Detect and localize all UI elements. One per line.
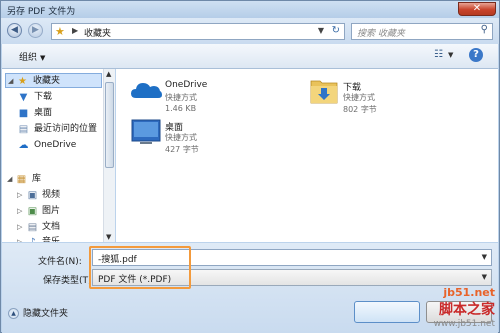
filename-label: 文件名(N): [38, 257, 82, 267]
save-as-dialog: 另存 PDF 文件为 ✕ ◀ ▶ ★ ▶ 收藏夹 ▼ ↻ 搜索 收藏夹 ⚲ 组织… [0, 0, 500, 333]
search-input[interactable]: 搜索 收藏夹 ⚲ [351, 23, 493, 40]
desktop-icon: ■ [18, 108, 29, 119]
scroll-up-icon[interactable]: ▲ [106, 70, 111, 78]
desktop-shortcut-icon [131, 119, 161, 144]
nav-item-label: 视频 [42, 190, 61, 200]
help-icon[interactable]: ? [469, 48, 483, 62]
nav-item-label: 图片 [42, 206, 61, 216]
search-placeholder: 搜索 收藏夹 [357, 29, 405, 39]
file-type: 快捷方式 [165, 133, 197, 142]
nav-scrollbar[interactable]: ▲ ▼ [103, 69, 115, 242]
view-options-icon[interactable]: ☷ [434, 49, 443, 60]
nav-item-pictures[interactable]: ▷ ▣ 图片 [14, 204, 114, 219]
nav-item-documents[interactable]: ▷ ▤ 文档 [14, 220, 114, 235]
scroll-down-icon[interactable]: ▼ [106, 233, 111, 241]
downloads-folder-icon [310, 80, 338, 104]
watermark-domain: jb51.net [443, 286, 495, 299]
libraries-icon: ▦ [16, 174, 27, 185]
search-icon[interactable]: ⚲ [481, 24, 488, 35]
documents-library-icon: ▤ [27, 222, 38, 233]
onedrive-icon: ☁ [18, 140, 29, 151]
nav-item-label: 库 [32, 174, 42, 184]
forward-button[interactable]: ▶ [28, 23, 43, 38]
recent-places-icon: ▤ [18, 124, 29, 135]
watermark-url: www.jb51.net [433, 319, 495, 329]
expander-icon[interactable]: ◢ [8, 74, 13, 89]
close-button[interactable]: ✕ [458, 2, 496, 16]
back-button[interactable]: ◀ [7, 23, 22, 38]
nav-item-onedrive[interactable]: ☁ OneDrive [14, 138, 114, 153]
organize-caret-icon: ▼ [40, 54, 46, 62]
highlight-annotation [89, 246, 191, 289]
nav-item-desktop[interactable]: ■ 桌面 [14, 106, 114, 121]
address-dropdown-icon[interactable]: ▼ [318, 26, 324, 35]
file-item-onedrive[interactable]: OneDrive 快捷方式 1.46 KB [130, 75, 280, 115]
file-type: 快捷方式 [165, 93, 197, 102]
navigation-pane: ◢ ★ 收藏夹 ▼ 下载 ■ 桌面 ▤ 最近访问的位置 ☁ OneDrive ◢… [2, 69, 115, 242]
file-list: OneDrive 快捷方式 1.46 KB 下载 快捷方式 802 字节 桌面 … [116, 69, 498, 242]
nav-item-label: 桌面 [34, 108, 53, 118]
address-row: ◀ ▶ ★ ▶ 收藏夹 ▼ ↻ 搜索 收藏夹 ⚲ [1, 18, 499, 44]
file-item-downloads[interactable]: 下载 快捷方式 802 字节 [308, 75, 458, 115]
onedrive-cloud-icon [131, 83, 162, 98]
file-size: 1.46 KB [165, 104, 197, 113]
breadcrumb-favorites[interactable]: 收藏夹 [84, 26, 111, 39]
hide-folders-label: 隐藏文件夹 [23, 309, 69, 319]
nav-item-label: 收藏夹 [33, 76, 61, 86]
filename-dropdown-icon[interactable]: ▼ [482, 253, 487, 261]
organize-button[interactable]: 组织 ▼ [19, 50, 45, 63]
file-type: 快捷方式 [343, 93, 375, 102]
nav-item-favorites[interactable]: ◢ ★ 收藏夹 [5, 73, 102, 88]
favorites-star-icon: ★ [55, 25, 65, 38]
filetype-dropdown-icon[interactable]: ▼ [482, 273, 487, 281]
scrollbar-thumb[interactable] [105, 82, 114, 168]
breadcrumb-separator-icon[interactable]: ▶ [72, 26, 78, 35]
watermark: jb51.net 脚本之家 www.jb51.net [434, 286, 495, 329]
expander-icon[interactable]: ▷ [17, 204, 22, 219]
file-size: 802 字节 [343, 105, 377, 114]
organize-label: 组织 [19, 53, 38, 63]
filetype-label: 保存类型(T): [43, 276, 95, 286]
save-form: 文件名(N): -搜狐.pdf ▼ 保存类型(T): PDF 文件 (*.PDF… [2, 243, 498, 333]
star-icon: ★ [18, 76, 27, 87]
hide-folders-button[interactable]: ▲ 隐藏文件夹 [8, 306, 68, 319]
refresh-icon[interactable]: ↻ [332, 25, 340, 36]
address-bar[interactable]: ★ ▶ 收藏夹 ▼ ↻ [51, 23, 345, 40]
nav-item-label: OneDrive [34, 140, 77, 150]
file-size: 427 字节 [165, 145, 199, 154]
watermark-brand: 脚本之家 [439, 302, 495, 318]
collapse-icon: ▲ [8, 308, 19, 319]
nav-item-label: 音乐 [42, 237, 61, 242]
file-name: OneDrive [165, 80, 208, 90]
file-item-desktop[interactable]: 桌面 快捷方式 427 字节 [130, 115, 280, 155]
nav-item-libraries[interactable]: ◢ ▦ 库 [5, 172, 105, 187]
save-button[interactable] [354, 301, 420, 323]
pictures-library-icon: ▣ [27, 206, 38, 217]
expander-icon[interactable]: ▷ [17, 235, 22, 242]
nav-item-videos[interactable]: ▷ ▣ 视频 [14, 188, 114, 203]
view-caret-icon[interactable]: ▼ [448, 51, 453, 59]
nav-item-downloads[interactable]: ▼ 下载 [14, 90, 114, 105]
title-bar: 另存 PDF 文件为 ✕ [1, 1, 499, 18]
nav-item-label: 最近访问的位置 [34, 124, 98, 134]
nav-item-music[interactable]: ▷ ♪ 音乐 [14, 235, 114, 242]
download-folder-icon: ▼ [19, 92, 28, 103]
nav-item-recent-places[interactable]: ▤ 最近访问的位置 [14, 122, 114, 137]
window-title: 另存 PDF 文件为 [7, 7, 76, 17]
video-library-icon: ▣ [27, 190, 38, 201]
expander-icon[interactable]: ▷ [17, 188, 22, 203]
music-library-icon: ♪ [27, 237, 38, 242]
toolbar: 组织 ▼ ☷ ▼ ? [2, 44, 498, 69]
expander-icon[interactable]: ◢ [7, 172, 12, 187]
expander-icon[interactable]: ▷ [17, 220, 22, 235]
nav-item-label: 文档 [42, 222, 61, 232]
nav-item-label: 下载 [34, 92, 53, 102]
